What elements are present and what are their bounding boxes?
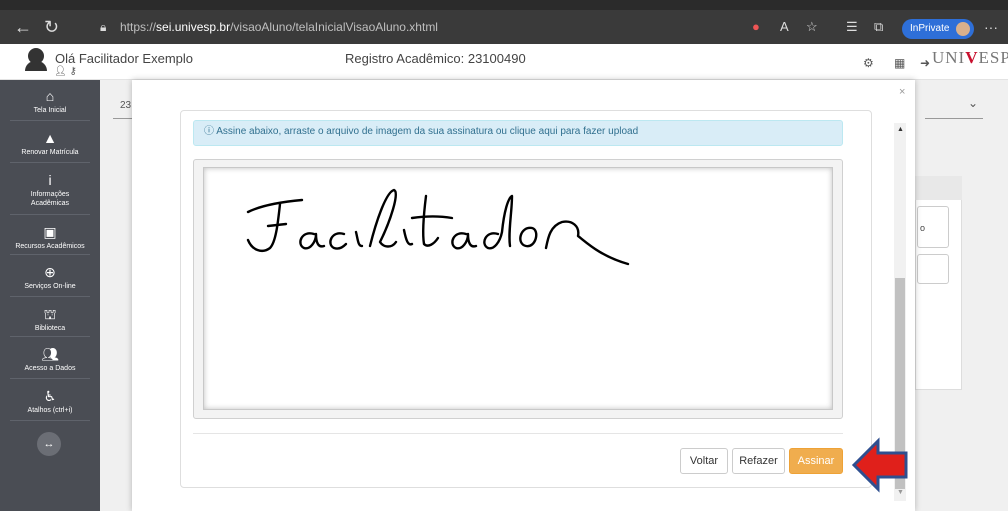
background-field: o (917, 206, 949, 248)
registro-academico: Registro Acadêmico: 23100490 (345, 51, 526, 66)
modal-footer-divider (193, 433, 843, 434)
sidebar: ⌂ Tela Inicial ▲ Renovar Matrícula i Inf… (0, 80, 100, 511)
inprivate-label: InPrivate (910, 23, 950, 34)
url-host: sei.univesp.br (156, 20, 231, 34)
favorites-list-icon[interactable]: ☰ (846, 19, 858, 35)
univesp-logo: UNIVESP (932, 48, 1008, 67)
sidebar-item-servicos-online[interactable]: ⊕ Serviços On-line (0, 264, 100, 291)
address-bar[interactable]: 🔒︎ https://sei.univesp.br/visaoAluno/tel… (100, 17, 840, 39)
logout-icon[interactable]: ➜ (920, 56, 930, 70)
background-card-header (915, 176, 962, 200)
url-path: /visaoAluno/telaInicialVisaoAluno.xhtml (230, 20, 438, 34)
sidebar-divider (10, 162, 90, 163)
sidebar-item-atalhos[interactable]: ♿︎ Atalhos (ctrl+i) (0, 388, 100, 415)
sidebar-item-recursos-academicos[interactable]: ▣ Recursos Acadêmicos (0, 224, 100, 251)
close-icon[interactable]: × (899, 86, 905, 98)
upload-instructions-alert[interactable]: ⓘ Assine abaixo, arraste o arquivo de im… (193, 120, 843, 146)
sidebar-divider (10, 296, 90, 297)
inprivate-badge[interactable]: InPrivate (902, 19, 974, 39)
sidebar-item-informacoes-academicas[interactable]: i Informações Acadêmicas (0, 172, 100, 208)
url-scheme: https:// (120, 20, 157, 34)
background-dropdown-underline (925, 118, 983, 119)
sidebar-item-acesso-a-dados[interactable]: 👥︎ Acesso a Dados (0, 346, 100, 373)
read-aloud-icon[interactable]: A (780, 19, 789, 35)
assinar-button[interactable]: Assinar (789, 448, 843, 474)
lock-icon: 🔒︎ (100, 20, 107, 34)
browser-tab-strip (0, 0, 1008, 10)
library-icon: ⛫ (43, 306, 57, 322)
sidebar-divider (10, 214, 90, 215)
user-greeting: Olá Facilitador Exemplo (55, 51, 193, 66)
sidebar-item-biblioteca[interactable]: ⛫ Biblioteca (0, 306, 100, 333)
settings-gears-icon[interactable]: ⚙ (863, 56, 874, 70)
warning-icon: ▲ (43, 130, 57, 146)
refresh-icon[interactable]: ↻ (44, 17, 59, 37)
info-circle-icon: ⓘ (204, 126, 217, 137)
qr-code-icon[interactable]: ▦ (894, 56, 905, 70)
tracking-icon[interactable]: ● (752, 19, 760, 35)
chevron-down-icon[interactable]: ⌄ (968, 96, 978, 110)
expand-arrows-icon: ↔ (43, 438, 55, 450)
scroll-up-icon[interactable]: ▲ (897, 126, 904, 133)
globe-icon: ⊕ (44, 264, 56, 280)
more-icon[interactable]: ··· (984, 19, 998, 35)
alert-text: Assine abaixo, arraste o arquivo de imag… (216, 126, 639, 137)
sidebar-divider (10, 120, 90, 121)
sidebar-toggle-button[interactable]: ↔ (37, 432, 61, 456)
collections-icon[interactable]: ⧉ (874, 19, 883, 35)
back-icon[interactable]: ← (14, 17, 32, 37)
sidebar-item-renovar-matricula[interactable]: ▲ Renovar Matrícula (0, 130, 100, 157)
background-tab-number: 23 (120, 100, 132, 111)
home-icon: ⌂ (45, 88, 55, 104)
info-icon: i (48, 172, 52, 188)
profile-avatar (956, 22, 970, 36)
sidebar-divider (10, 254, 90, 255)
sidebar-divider (10, 420, 90, 421)
users-icon: 👥︎ (41, 346, 59, 362)
user-avatar (25, 48, 47, 71)
background-field (917, 254, 949, 284)
sidebar-divider (10, 336, 90, 337)
voltar-button[interactable]: Voltar (680, 448, 728, 474)
red-arrow-annotation-icon (851, 437, 908, 493)
accessibility-icon: ♿︎ (43, 388, 57, 404)
book-icon: ▣ (43, 224, 57, 240)
browser-toolbar: ← ↻ 🔒︎ https://sei.univesp.br/visaoAluno… (0, 10, 1008, 44)
user-mini-icons[interactable]: 👤︎ ⚷ (54, 66, 77, 77)
refazer-button[interactable]: Refazer (732, 448, 785, 474)
handwritten-signature (246, 188, 630, 266)
app-header: Olá Facilitador Exemplo 👤︎ ⚷ Registro Ac… (0, 44, 1008, 80)
favorite-star-icon[interactable]: ☆ (806, 19, 818, 35)
background-tab-underline (113, 118, 133, 119)
sidebar-item-tela-inicial[interactable]: ⌂ Tela Inicial (0, 88, 100, 115)
sidebar-divider (10, 378, 90, 379)
